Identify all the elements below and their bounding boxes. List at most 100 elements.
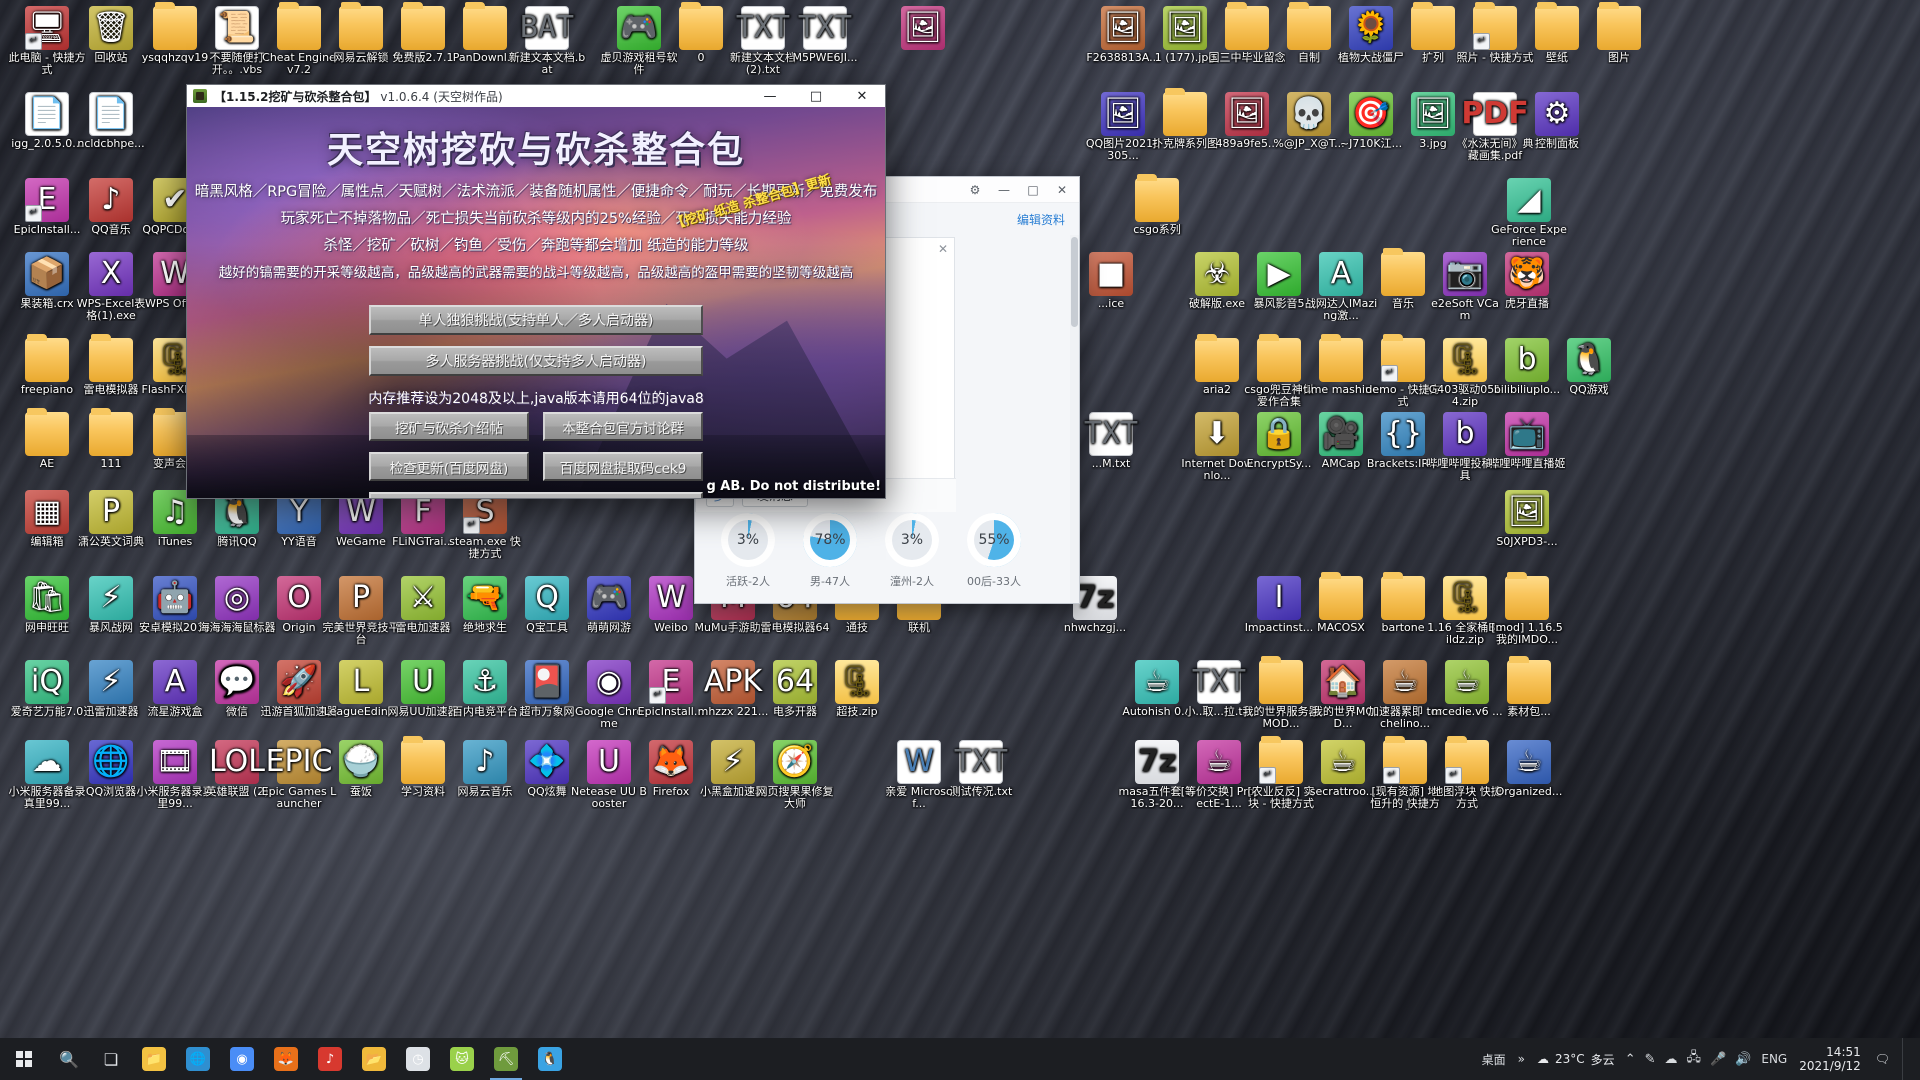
restore-button[interactable]: □: [1020, 179, 1046, 201]
desktop-icon[interactable]: TXT 测试传况.txt: [942, 740, 1020, 798]
doc-icon: 📜: [215, 6, 259, 50]
tray-icon[interactable]: 🖧: [1687, 1048, 1702, 1070]
desktop-icon[interactable]: 🐯 虎牙直播: [1488, 252, 1566, 310]
zip-icon: 🗜: [835, 660, 879, 704]
launcher-window[interactable]: 【1.15.2挖矿与砍杀整合包】 v1.0.6.4 (天空树作品) — □ ✕ …: [186, 84, 886, 499]
sq-icon: 📺: [1505, 412, 1549, 456]
desktop-icon[interactable]: ☕ Organized...: [1490, 740, 1568, 798]
bg-window-scrollbar-thumb[interactable]: [1071, 237, 1078, 327]
folder-icon: [1287, 2, 1331, 50]
tray-icon[interactable]: 🎤: [1710, 1052, 1726, 1067]
desktop-icon[interactable]: csgo系列: [1118, 174, 1196, 236]
tray-icon[interactable]: ⌃: [1625, 1052, 1636, 1067]
taskbar-app-minecraft-launcher[interactable]: ⛏: [484, 1038, 528, 1080]
close-button[interactable]: ✕: [839, 85, 885, 107]
launcher-title-version: v1.0.6.4 (天空树作品): [380, 89, 503, 104]
folder-icon: [25, 408, 69, 456]
official-group-button[interactable]: 本整合包官方讨论群: [543, 412, 703, 441]
minimize-button[interactable]: —: [747, 85, 793, 107]
taskbar-app-game-app[interactable]: 🐱: [440, 1038, 484, 1080]
sq-icon: 📦: [25, 252, 69, 296]
desktop-icon[interactable]: 🖼: [884, 6, 962, 52]
taskbar-app-file-explorer[interactable]: 📁: [132, 1038, 176, 1080]
round-icon: P: [89, 490, 133, 534]
edit-profile-link[interactable]: 编辑资料: [1017, 211, 1065, 228]
clock-time: 14:51: [1826, 1045, 1861, 1059]
close-button[interactable]: ✕: [1049, 179, 1075, 201]
folder-icon: [1535, 2, 1579, 50]
tray-icon[interactable]: 🔊: [1735, 1052, 1751, 1067]
desktop-icon[interactable]: ■ ...ice: [1072, 252, 1150, 310]
card-close-icon[interactable]: ✕: [938, 242, 948, 256]
taskbar-app-qq-window[interactable]: 🐧: [528, 1038, 572, 1080]
desktop-icon-label: 虎牙直播: [1505, 298, 1549, 310]
tray-icon[interactable]: ✎: [1645, 1052, 1656, 1067]
desktop-icon[interactable]: 🧭 网页搜果果修复大师: [756, 740, 834, 809]
taskbar-app-chrome[interactable]: ◉: [220, 1038, 264, 1080]
desktop-icon[interactable]: 🗜 超技.zip: [818, 660, 896, 718]
stat-ring: 3% 潼州-2人: [876, 513, 948, 589]
folder-icon: [1505, 572, 1549, 620]
show-desktop-button[interactable]: [1902, 1038, 1910, 1080]
chevron-right-icon[interactable]: »: [1518, 1052, 1525, 1066]
desktop-icon[interactable]: ⚙ 控制面板: [1518, 92, 1596, 150]
desktop-icon[interactable]: 图片: [1580, 2, 1658, 64]
taskbar-app-folder-window[interactable]: 📂: [352, 1038, 396, 1080]
desktop-icon[interactable]: ◢ GeForce Experience: [1490, 178, 1568, 247]
desktop-icon[interactable]: TXT ...M.txt: [1072, 412, 1150, 470]
netdisk-code-button[interactable]: 百度网盘提取码cek9: [543, 452, 703, 481]
weather-widget[interactable]: ☁ 23°C 多云: [1537, 1051, 1615, 1068]
desktop-icon[interactable]: 🐧 QQ游戏: [1550, 338, 1628, 396]
sq-icon: ▦: [25, 490, 69, 534]
language-indicator[interactable]: ENG: [1761, 1052, 1787, 1066]
taskbar-app-netease-music[interactable]: ♪: [308, 1038, 352, 1080]
taskbar[interactable]: 🔍 ❏ 📁 🌐 ◉ 🦊 ♪ 📂 ◷ 🐱 ⛏ 🐧 桌面 » ☁ 23°C 多云 ⌃ ✎ ☁ 🖧 🎤 🔊 ENG…: [0, 1038, 1920, 1080]
exe-icon: 🖥: [25, 6, 69, 50]
single-player-button[interactable]: 单人独狼挑战(支持单人／多人启动器): [369, 305, 703, 335]
folder-icon: [1259, 656, 1303, 704]
desktop-label[interactable]: 桌面: [1482, 1051, 1506, 1068]
desktop-icon[interactable]: [mod] 1.16.5 我的IMDO...: [1488, 572, 1566, 645]
start-button[interactable]: [0, 1038, 48, 1080]
desktop-icon[interactable]: 📄 ncldcbhpe...: [72, 92, 150, 150]
maximize-button[interactable]: □: [793, 85, 839, 107]
desktop-icon[interactable]: 🖼 S0JXPD3-...: [1488, 490, 1566, 548]
taskbar-app-browser-edge[interactable]: 🌐: [176, 1038, 220, 1080]
desktop-icon-label: 超技.zip: [836, 706, 878, 718]
task-view-icon[interactable]: ❏: [90, 1038, 132, 1080]
folder-icon: [25, 334, 69, 382]
round-icon: ☣: [1195, 252, 1239, 296]
tray-icon[interactable]: ☁: [1665, 1052, 1678, 1067]
sq-icon: 🎮: [587, 576, 631, 620]
minimize-button[interactable]: —: [991, 179, 1017, 201]
sq-icon: 64: [773, 660, 817, 704]
search-icon[interactable]: 🔍: [48, 1038, 90, 1080]
img-icon: 🖼: [1225, 92, 1269, 136]
desktop-icon[interactable]: 📺 哔哩哔哩直播姬: [1488, 412, 1566, 470]
windows-logo-icon: [16, 1051, 32, 1067]
txt-icon: TXT: [1192, 660, 1246, 704]
folder-icon: [1507, 656, 1551, 704]
round-icon: ♪: [463, 740, 507, 784]
notification-center-icon[interactable]: 🗨: [1875, 1052, 1890, 1066]
desktop-icon[interactable]: 素材包...: [1490, 656, 1568, 718]
lan-platform-button[interactable]: 局域网联机推荐使用 游侠对战平台: [369, 492, 703, 498]
desktop-icon[interactable]: BAT 新建文本文档.bat: [508, 6, 586, 75]
img-icon: 🖼: [1101, 6, 1145, 50]
stat-ring-value: 3%: [736, 532, 760, 548]
desktop-icon[interactable]: TXT M5PWE6JI...: [786, 6, 864, 64]
folder-icon: [1473, 2, 1517, 50]
taskbar-app-firefox[interactable]: 🦊: [264, 1038, 308, 1080]
multi-player-button[interactable]: 多人服务器挑战(仅支持多人启动器): [369, 346, 703, 376]
check-update-button[interactable]: 检查更新(百度网盘): [369, 452, 529, 481]
round-icon: ⬇: [1195, 412, 1239, 456]
gear-icon[interactable]: ⚙: [962, 179, 988, 201]
folder-icon: [1135, 174, 1179, 222]
intro-post-button[interactable]: 挖矿与砍杀介绍帖: [369, 412, 529, 441]
zip-icon: 🗜: [1443, 576, 1487, 620]
clock-widget[interactable]: 14:51 2021/9/12: [1799, 1045, 1865, 1073]
taskbar-app-clock-app[interactable]: ◷: [396, 1038, 440, 1080]
desktop-icon[interactable]: Ssteam.exe 快捷方式: [446, 490, 524, 559]
round-icon: 🐧: [1567, 338, 1611, 382]
launcher-titlebar[interactable]: 【1.15.2挖矿与砍杀整合包】 v1.0.6.4 (天空树作品) — □ ✕: [187, 85, 885, 107]
